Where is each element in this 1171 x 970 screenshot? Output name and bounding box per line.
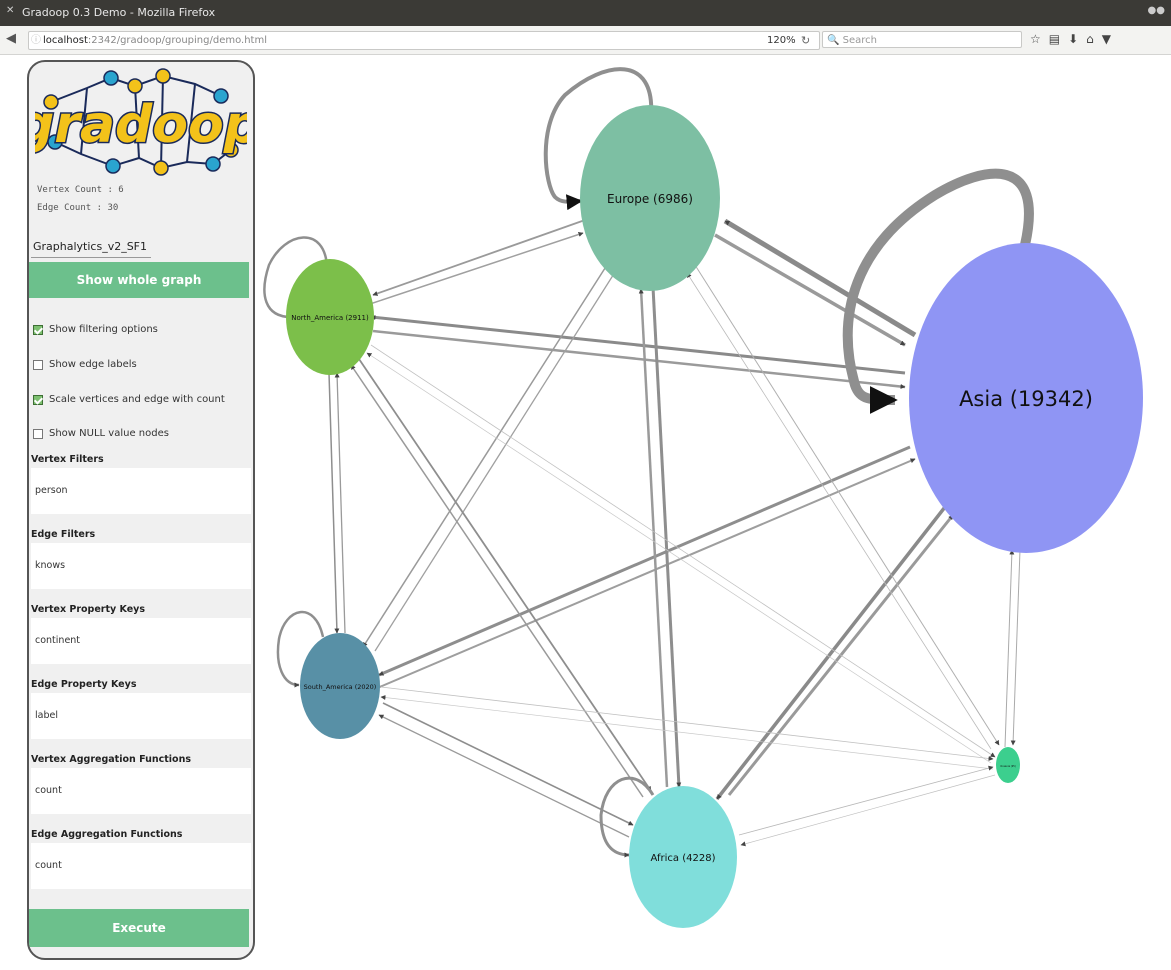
download-icon[interactable]: ⬇ xyxy=(1068,32,1086,46)
section-label: Edge Property Keys xyxy=(31,679,137,690)
section-label: Edge Filters xyxy=(31,529,96,540)
edge[interactable] xyxy=(380,686,994,761)
vertex-property-keys-section: Vertex Property Keys continent xyxy=(31,602,251,664)
edge[interactable] xyxy=(370,314,906,375)
pocket-icon[interactable]: ▼ xyxy=(1102,32,1119,46)
vertex-aggregation-section: Vertex Aggregation Functions count xyxy=(31,752,251,814)
vertex-filters-input[interactable]: person xyxy=(31,468,251,514)
browser-navbar: ◀ ⓘ localhost:2342/gradoop/grouping/demo.… xyxy=(0,26,1171,55)
search-placeholder: Search xyxy=(842,35,877,46)
edge[interactable] xyxy=(378,714,630,838)
option-label: Scale vertices and edge with count xyxy=(49,394,225,405)
option-show-edge-labels[interactable]: Show edge labels xyxy=(33,359,137,370)
node-asia[interactable]: Asia (19342) xyxy=(909,243,1143,553)
checkbox-checked-icon[interactable] xyxy=(33,324,43,335)
bookmark-star-icon[interactable]: ☆ xyxy=(1030,32,1049,46)
toolbar-icons: ☆▤⬇⌂▼ xyxy=(1030,32,1119,46)
node-africa[interactable]: Africa (4228) xyxy=(629,786,737,928)
node-europe[interactable]: Europe (6986) xyxy=(580,105,720,291)
vertex-label-asia: Asia (19342) xyxy=(959,387,1093,411)
dataset-selected: Graphalytics_v2_SF1 xyxy=(33,240,148,253)
checkbox-checked-icon[interactable] xyxy=(33,394,43,405)
vertex-label-north-america: North_America (2911) xyxy=(291,314,369,322)
vertex-label-south-america: South_America (2020) xyxy=(304,683,377,691)
page-content: gradoop Vertex Count : 6 Edge Count : 30… xyxy=(0,55,1171,970)
edge[interactable] xyxy=(738,765,994,836)
section-label: Vertex Filters xyxy=(31,454,104,465)
reading-list-icon[interactable]: ▤ xyxy=(1049,32,1068,46)
edge[interactable] xyxy=(1010,549,1021,746)
edge[interactable] xyxy=(334,372,346,634)
edge-aggregation-input[interactable]: count xyxy=(31,843,251,889)
graph-canvas[interactable]: Asia (19342) Europe (6986) North_America… xyxy=(255,55,1171,970)
edge-filters-section: Edge Filters knows xyxy=(31,527,251,589)
checkbox-unchecked-icon[interactable] xyxy=(33,359,43,370)
edge[interactable] xyxy=(366,352,992,764)
edge[interactable] xyxy=(374,458,916,690)
edge-property-keys-section: Edge Property Keys label xyxy=(31,677,251,739)
option-label: Show edge labels xyxy=(49,359,137,370)
node-oceania[interactable]: Oceania (95) xyxy=(996,747,1020,783)
window-controls-icon[interactable]: ●● xyxy=(1148,5,1165,16)
option-label: Show filtering options xyxy=(49,324,158,335)
graph-nodes: Asia (19342) Europe (6986) North_America… xyxy=(286,105,1143,928)
url-host: localhost xyxy=(43,35,88,46)
section-label: Edge Aggregation Functions xyxy=(31,829,183,840)
option-scale-with-count[interactable]: Scale vertices and edge with count xyxy=(33,394,225,405)
edge[interactable] xyxy=(328,372,340,634)
option-show-filtering[interactable]: Show filtering options xyxy=(33,324,158,335)
edge[interactable] xyxy=(372,329,906,390)
node-south-america[interactable]: South_America (2020) xyxy=(300,633,380,739)
vertex-aggregation-input[interactable]: count xyxy=(31,768,251,814)
search-input[interactable]: 🔍 Search xyxy=(822,31,1022,48)
window-menu-icon[interactable]: ✕ xyxy=(6,5,16,16)
back-arrow-icon[interactable]: ◀ xyxy=(6,31,16,46)
execute-button[interactable]: Execute xyxy=(29,909,249,947)
edge-filters-input[interactable]: knows xyxy=(31,543,251,589)
vertex-filters-section: Vertex Filters person xyxy=(31,452,251,514)
home-icon[interactable]: ⌂ xyxy=(1086,32,1102,46)
window-titlebar: ✕ Gradoop 0.3 Demo - Mozilla Firefox ●● xyxy=(0,0,1171,26)
edge[interactable] xyxy=(740,774,996,847)
url-bar[interactable]: ⓘ localhost:2342/gradoop/grouping/demo.ht… xyxy=(28,31,820,50)
option-label: Show NULL value nodes xyxy=(49,428,169,439)
control-panel: gradoop Vertex Count : 6 Edge Count : 30… xyxy=(27,60,255,960)
edge-aggregation-section: Edge Aggregation Functions count xyxy=(31,827,251,889)
node-north-america[interactable]: North_America (2911) xyxy=(286,259,374,375)
edge[interactable] xyxy=(382,702,634,826)
edge[interactable] xyxy=(374,268,618,652)
vertex-label-europe: Europe (6986) xyxy=(607,192,693,206)
show-whole-graph-button[interactable]: Show whole graph xyxy=(29,262,249,298)
vertex-property-keys-input[interactable]: continent xyxy=(31,618,251,664)
logo-wordmark: gradoop xyxy=(35,95,247,155)
edge-count: Edge Count : 30 xyxy=(37,203,119,213)
section-label: Vertex Aggregation Functions xyxy=(31,754,191,765)
edge[interactable] xyxy=(1004,549,1015,748)
vertex-count: Vertex Count : 6 xyxy=(37,185,124,195)
reload-icon[interactable]: ↻ xyxy=(801,32,810,49)
edge[interactable] xyxy=(715,505,947,801)
edge[interactable] xyxy=(378,445,911,677)
edge[interactable] xyxy=(372,219,586,296)
edge[interactable] xyxy=(366,232,584,306)
url-path: :2342/gradoop/grouping/demo.html xyxy=(87,35,267,46)
gradoop-logo: gradoop xyxy=(35,68,247,176)
edge[interactable] xyxy=(362,264,608,648)
edge[interactable] xyxy=(370,344,996,758)
vertex-label-africa: Africa (4228) xyxy=(651,853,716,864)
section-label: Vertex Property Keys xyxy=(31,604,146,615)
edge[interactable] xyxy=(380,695,994,770)
zoom-level[interactable]: 120% xyxy=(767,32,796,49)
info-icon[interactable]: ⓘ xyxy=(29,32,43,49)
checkbox-unchecked-icon[interactable] xyxy=(33,428,43,439)
option-show-null-nodes[interactable]: Show NULL value nodes xyxy=(33,428,169,439)
dataset-select[interactable]: Graphalytics_v2_SF1 ▾ xyxy=(31,237,151,273)
vertex-label-oceania: Oceania (95) xyxy=(1000,765,1016,768)
window-title: Gradoop 0.3 Demo - Mozilla Firefox xyxy=(22,6,216,19)
edge-property-keys-input[interactable]: label xyxy=(31,693,251,739)
